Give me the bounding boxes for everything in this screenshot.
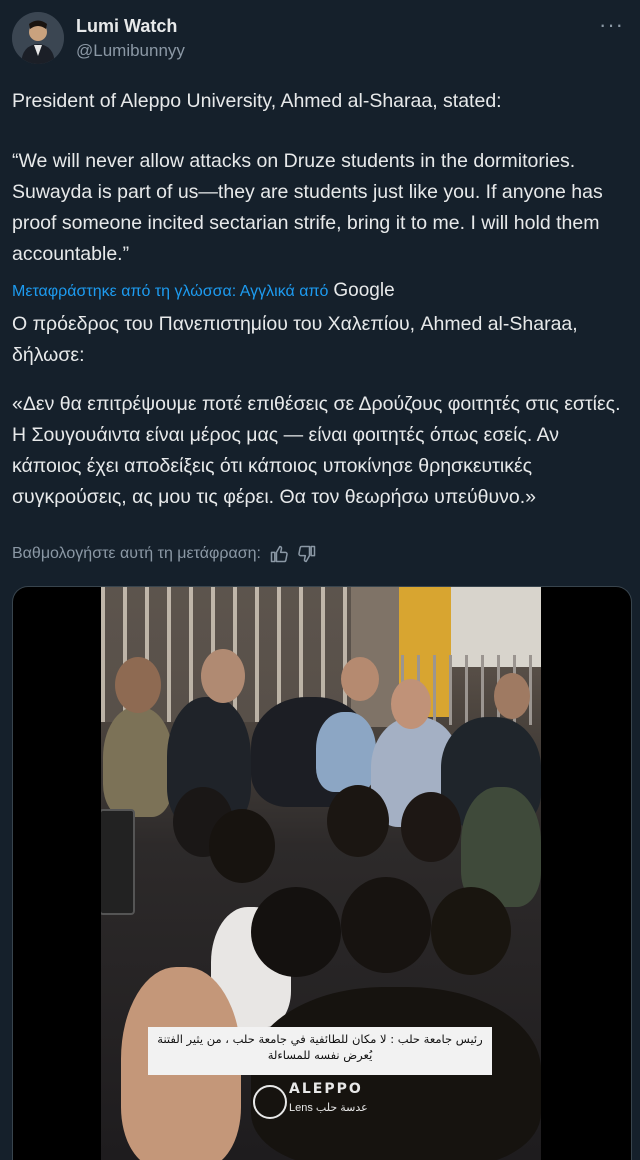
camera-icon xyxy=(253,1085,287,1119)
tweet-header: Lumi Watch @Lumibunnyy ··· xyxy=(12,12,628,68)
person-head xyxy=(115,657,161,713)
phone xyxy=(101,809,135,915)
person-head xyxy=(431,887,511,975)
thumbs-down-icon[interactable] xyxy=(297,544,317,564)
person-head xyxy=(251,887,341,977)
author-display-name[interactable]: Lumi Watch xyxy=(76,14,185,38)
translation-attribution[interactable]: Μεταφράστηκε από τη γλώσσα: Αγγλικά από G… xyxy=(12,280,395,303)
tweet-original-quote: “We will never allow attacks on Druze st… xyxy=(12,150,603,265)
translation-attribution-label: Μεταφράστηκε από τη γλώσσα: Αγγλικά από xyxy=(12,283,329,300)
person-head xyxy=(391,679,431,729)
more-horizontal-icon[interactable]: ··· xyxy=(599,14,624,36)
rate-translation: Βαθμολογήστε αυτή τη μετάφραση: xyxy=(12,541,317,567)
person-head xyxy=(401,792,461,862)
person-head xyxy=(209,809,275,883)
video-caption: رئيس جامعة حلب : لا مكان للطائفية في جام… xyxy=(148,1027,492,1075)
rate-translation-label: Βαθμολογήστε αυτή τη μετάφραση: xyxy=(12,545,261,562)
person-head xyxy=(327,785,389,857)
video-frame: رئيس جامعة حلب : لا مكان للطائفية في جام… xyxy=(101,587,541,1160)
person-head xyxy=(201,649,245,703)
tweet-video[interactable]: رئيس جامعة حلب : لا مكان للطائفية في جام… xyxy=(12,586,632,1160)
thumbs-up-icon[interactable] xyxy=(269,544,289,564)
google-logo: Google xyxy=(333,280,395,301)
person-head xyxy=(341,657,379,701)
tweet-translated-quote: «Δεν θα επιτρέψουμε ποτέ επιθέσεις σε Δρ… xyxy=(12,393,621,508)
tweet-original-intro: President of Aleppo University, Ahmed al… xyxy=(12,90,502,112)
person xyxy=(103,707,173,817)
person-head xyxy=(494,673,530,719)
logo-title: ALEPPO xyxy=(289,1081,363,1097)
person-head xyxy=(341,877,431,973)
author-handle[interactable]: @Lumibunnyy xyxy=(76,38,185,64)
tweet-translated-intro: Ο πρόεδρος του Πανεπιστημίου του Χαλεπίο… xyxy=(12,313,578,366)
person xyxy=(316,712,376,792)
channel-logo: ALEPPO عدسة حلب Lens xyxy=(253,1081,387,1121)
logo-subtitle: عدسة حلب Lens xyxy=(289,1102,368,1114)
avatar[interactable] xyxy=(12,12,64,64)
